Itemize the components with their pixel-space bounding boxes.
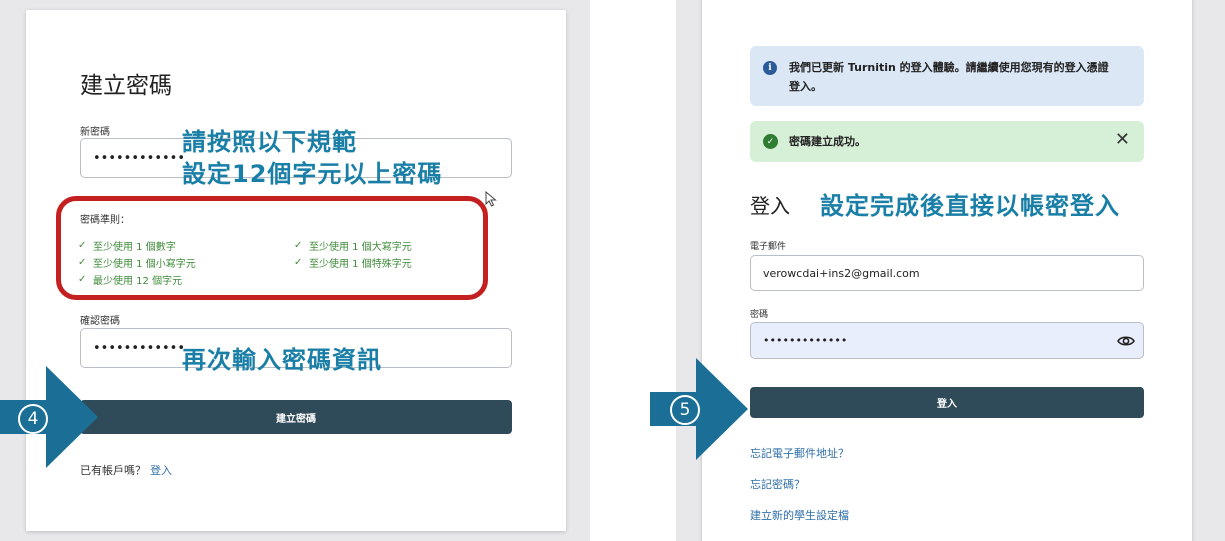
page-title: 建立密碼 bbox=[80, 73, 172, 99]
rule-item: ✓ 至少使用 1 個大寫字元 bbox=[294, 240, 412, 253]
close-icon[interactable]: ✕ bbox=[1115, 130, 1130, 150]
confirm-password-label: 確認密碼 bbox=[80, 316, 120, 327]
check-icon: ✓ bbox=[294, 257, 303, 268]
step-arrow-icon bbox=[0, 366, 98, 468]
check-circle-icon: ✓ bbox=[763, 134, 778, 149]
forgot-password-link[interactable]: 忘記密碼？ bbox=[750, 476, 805, 492]
password-value: ••••••••••••• bbox=[763, 334, 848, 347]
signin-link[interactable]: 登入 bbox=[150, 464, 172, 477]
check-icon: ✓ bbox=[294, 240, 303, 251]
step-arrow-icon bbox=[650, 358, 748, 460]
step-number-badge: 4 bbox=[18, 404, 48, 434]
check-icon: ✓ bbox=[78, 257, 87, 268]
new-password-label: 新密碼 bbox=[80, 127, 110, 138]
password-label: 密碼 bbox=[750, 310, 769, 320]
forgot-email-link[interactable]: 忘記電子郵件地址？ bbox=[750, 445, 849, 461]
success-banner: ✓ 密碼建立成功。 ✕ bbox=[750, 121, 1144, 162]
signin-title: 登入 bbox=[750, 194, 790, 218]
overlay-rules-line1: 請按照以下規範 bbox=[182, 128, 357, 156]
new-password-value: •••••••••••• bbox=[93, 150, 186, 166]
info-banner: i 我們已更新 Turnitin 的登入體驗。請繼續使用您現有的登入憑證登入。 bbox=[750, 46, 1144, 106]
overlay-signin-text: 設定完成後直接以帳密登入 bbox=[820, 192, 1120, 220]
eye-icon[interactable] bbox=[1117, 332, 1135, 350]
password-input[interactable]: ••••••••••••• bbox=[750, 322, 1144, 359]
create-password-button[interactable]: 建立密碼 bbox=[80, 400, 512, 434]
rule-item: ✓ 最少使用 12 個字元 bbox=[78, 274, 183, 287]
check-icon: ✓ bbox=[78, 240, 87, 251]
check-icon: ✓ bbox=[78, 274, 87, 285]
success-banner-text: 密碼建立成功。 bbox=[789, 135, 866, 148]
rule-item: ✓ 至少使用 1 個數字 bbox=[78, 240, 176, 253]
create-student-profile-link[interactable]: 建立新的學生設定檔 bbox=[750, 507, 849, 523]
email-input[interactable]: verowcdai+ins2@gmail.com bbox=[750, 255, 1144, 291]
rule-item: ✓ 至少使用 1 個特殊字元 bbox=[294, 257, 412, 270]
info-icon: i bbox=[763, 61, 777, 75]
info-banner-text: 我們已更新 Turnitin 的登入體驗。請繼續使用您現有的登入憑證登入。 bbox=[789, 61, 1109, 93]
email-value: verowcdai+ins2@gmail.com bbox=[763, 266, 920, 280]
step-number-badge: 5 bbox=[670, 395, 700, 425]
confirm-password-value: •••••••••••• bbox=[93, 340, 186, 356]
email-label: 電子郵件 bbox=[750, 242, 787, 252]
rule-item: ✓ 至少使用 1 個小寫字元 bbox=[78, 257, 196, 270]
mouse-cursor-icon bbox=[485, 191, 497, 207]
signin-button[interactable]: 登入 bbox=[750, 387, 1144, 418]
overlay-confirm-text: 再次輸入密碼資訊 bbox=[182, 346, 382, 374]
rules-title: 密碼準則： bbox=[80, 215, 130, 226]
overlay-rules-line2: 設定12個字元以上密碼 bbox=[182, 160, 443, 188]
